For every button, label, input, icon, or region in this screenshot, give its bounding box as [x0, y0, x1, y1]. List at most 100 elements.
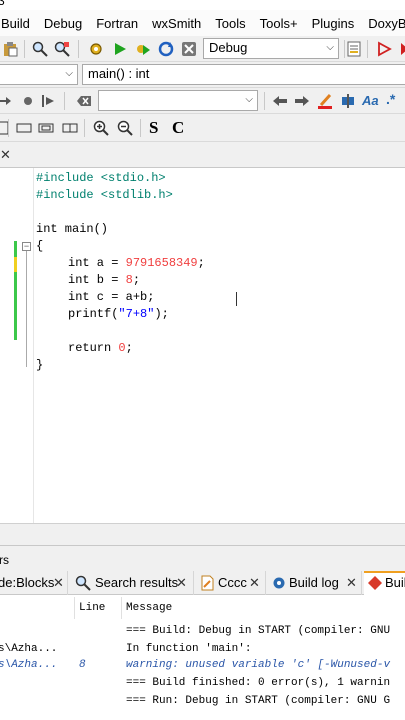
editor-gutter: −	[0, 168, 34, 523]
log-row-3-file: s\Azha...	[0, 659, 58, 671]
bold-s-button[interactable]: S	[149, 118, 158, 138]
build-run-icon[interactable]	[135, 41, 151, 57]
title-fragment: 3	[0, 0, 5, 8]
paste-icon[interactable]	[2, 41, 18, 57]
code-editor[interactable]: − #include <stdio.h> #include <stdlib.h>…	[0, 168, 405, 523]
chevron-down-icon: ⌵	[326, 42, 334, 53]
code-completion-toolbar: ⌵ main() : int	[0, 62, 405, 88]
build-target-select[interactable]: Debug ⌵	[203, 38, 339, 59]
window-title-fragment: 3	[0, 0, 405, 10]
code-line-7: int a = 9791658349;	[68, 256, 205, 270]
fold-marker-icon[interactable]: −	[22, 242, 31, 251]
menu-debug[interactable]: Debug	[37, 16, 89, 31]
code-line-10: printf("7+8");	[68, 307, 169, 321]
step-into-icon[interactable]	[0, 93, 12, 109]
code-line-5: {	[36, 239, 44, 253]
abort-icon[interactable]	[181, 41, 197, 57]
code-line-4: int main()	[36, 222, 109, 236]
code-line-13: }	[36, 358, 44, 372]
frame-split-icon[interactable]	[62, 120, 78, 136]
debug-search-toolbar: ⌵ Aa .*	[0, 88, 405, 114]
gear-icon	[273, 577, 285, 589]
clear-search-icon[interactable]	[76, 93, 92, 109]
column-message[interactable]: Message	[122, 597, 405, 619]
regex-button[interactable]: .*	[386, 91, 395, 107]
build-messages-list: Line Message === Build: Debug in START (…	[0, 595, 405, 720]
close-icon[interactable]: ✕	[53, 575, 64, 591]
highlight-icon[interactable]	[317, 93, 333, 109]
log-row-1[interactable]: === Build: Debug in START (compiler: GNU	[126, 625, 390, 637]
zoom-out-icon[interactable]	[117, 120, 133, 136]
main-toolbar: Debug ⌵	[0, 36, 405, 62]
step-out-icon[interactable]	[40, 93, 56, 109]
function-scope-value: main() : int	[88, 66, 150, 81]
search-icon	[75, 575, 91, 591]
frame-box-icon[interactable]	[38, 120, 54, 136]
tab-build-messages[interactable]: Build	[364, 571, 405, 595]
forms-toolbar: S C	[0, 114, 405, 142]
menubar: Build Debug Fortran wxSmith Tools Tools+…	[0, 10, 405, 36]
log-row-5[interactable]: === Run: Debug in START (compiler: GNU G	[126, 695, 390, 707]
build-messages-icon	[368, 576, 382, 590]
find-icon[interactable]	[32, 41, 48, 57]
find-replace-icon[interactable]	[54, 41, 70, 57]
chevron-down-icon: ⌵	[245, 94, 253, 105]
tab-codeblocks[interactable]: de:Blocks ✕	[0, 571, 68, 595]
debug-run-icon[interactable]	[376, 41, 392, 57]
tab-cccc[interactable]: Cccc ✕	[196, 571, 266, 595]
frame-wide-icon[interactable]	[16, 120, 32, 136]
change-marker-modified	[14, 257, 17, 272]
log-row-3-line: 8	[79, 659, 86, 671]
tab-search-results[interactable]: Search results ✕	[72, 571, 194, 595]
document-icon	[201, 575, 214, 591]
menu-plugins[interactable]: Plugins	[305, 16, 362, 31]
run-icon[interactable]	[112, 41, 128, 57]
bold-c-button[interactable]: C	[172, 118, 184, 138]
code-line-1: #include <stdio.h>	[36, 171, 166, 185]
match-case-button[interactable]: Aa	[362, 93, 379, 108]
column-file[interactable]	[0, 597, 75, 619]
chevron-down-icon: ⌵	[65, 68, 73, 79]
close-tab-icon[interactable]: ✕	[0, 147, 11, 163]
logs-tabs: de:Blocks ✕ Search results ✕ Cccc ✕ Buil…	[0, 571, 405, 595]
fold-line	[26, 251, 27, 367]
panel-title: rs	[0, 553, 9, 567]
menu-build[interactable]: Build	[0, 16, 37, 31]
build-target-value: Debug	[209, 40, 248, 55]
rebuild-icon[interactable]	[158, 41, 174, 57]
text-cursor-icon	[236, 292, 237, 306]
menu-tools[interactable]: Tools	[208, 16, 252, 31]
scope-select[interactable]: ⌵	[0, 64, 78, 85]
code-line-2: #include <stdlib.h>	[36, 188, 173, 202]
log-row-2[interactable]: In function 'main':	[126, 643, 251, 655]
log-row-2-file: s\Azha...	[0, 643, 58, 655]
log-row-3[interactable]: warning: unused variable 'c' [-Wunused-v	[126, 659, 390, 671]
menu-fortran[interactable]: Fortran	[89, 16, 145, 31]
build-options-icon[interactable]	[346, 41, 362, 57]
debug-step-icon[interactable]	[398, 41, 405, 57]
search-input[interactable]: ⌵	[98, 90, 258, 111]
editor-tabstrip: ✕	[0, 142, 405, 168]
menu-tools-plus[interactable]: Tools+	[253, 16, 305, 31]
close-icon[interactable]: ✕	[249, 575, 260, 591]
editor-horizontal-scrollbar[interactable]	[0, 523, 405, 538]
change-marker-saved-2	[14, 272, 17, 340]
log-row-4[interactable]: === Build finished: 0 error(s), 1 warnin	[126, 677, 390, 689]
selected-text-icon[interactable]	[340, 93, 356, 109]
breakpoint-icon[interactable]	[20, 93, 36, 109]
find-next-icon[interactable]	[294, 93, 310, 109]
function-select[interactable]: main() : int	[82, 64, 405, 85]
menu-doxyblocks[interactable]: DoxyBlocks	[361, 16, 405, 31]
zoom-in-icon[interactable]	[93, 120, 109, 136]
build-gear-icon[interactable]	[88, 41, 104, 57]
menu-wxsmith[interactable]: wxSmith	[145, 16, 208, 31]
tab-build-log[interactable]: Build log ✕	[268, 571, 362, 595]
code-line-8: int b = 8;	[68, 273, 141, 287]
code-line-9: int c = a+b;	[68, 290, 155, 304]
close-icon[interactable]: ✕	[176, 575, 187, 591]
column-line[interactable]: Line	[75, 597, 122, 619]
close-icon[interactable]: ✕	[346, 575, 357, 591]
logs-panel-header: rs	[0, 545, 405, 571]
find-previous-icon[interactable]	[272, 93, 288, 109]
code-line-12: return 0;	[68, 341, 133, 355]
